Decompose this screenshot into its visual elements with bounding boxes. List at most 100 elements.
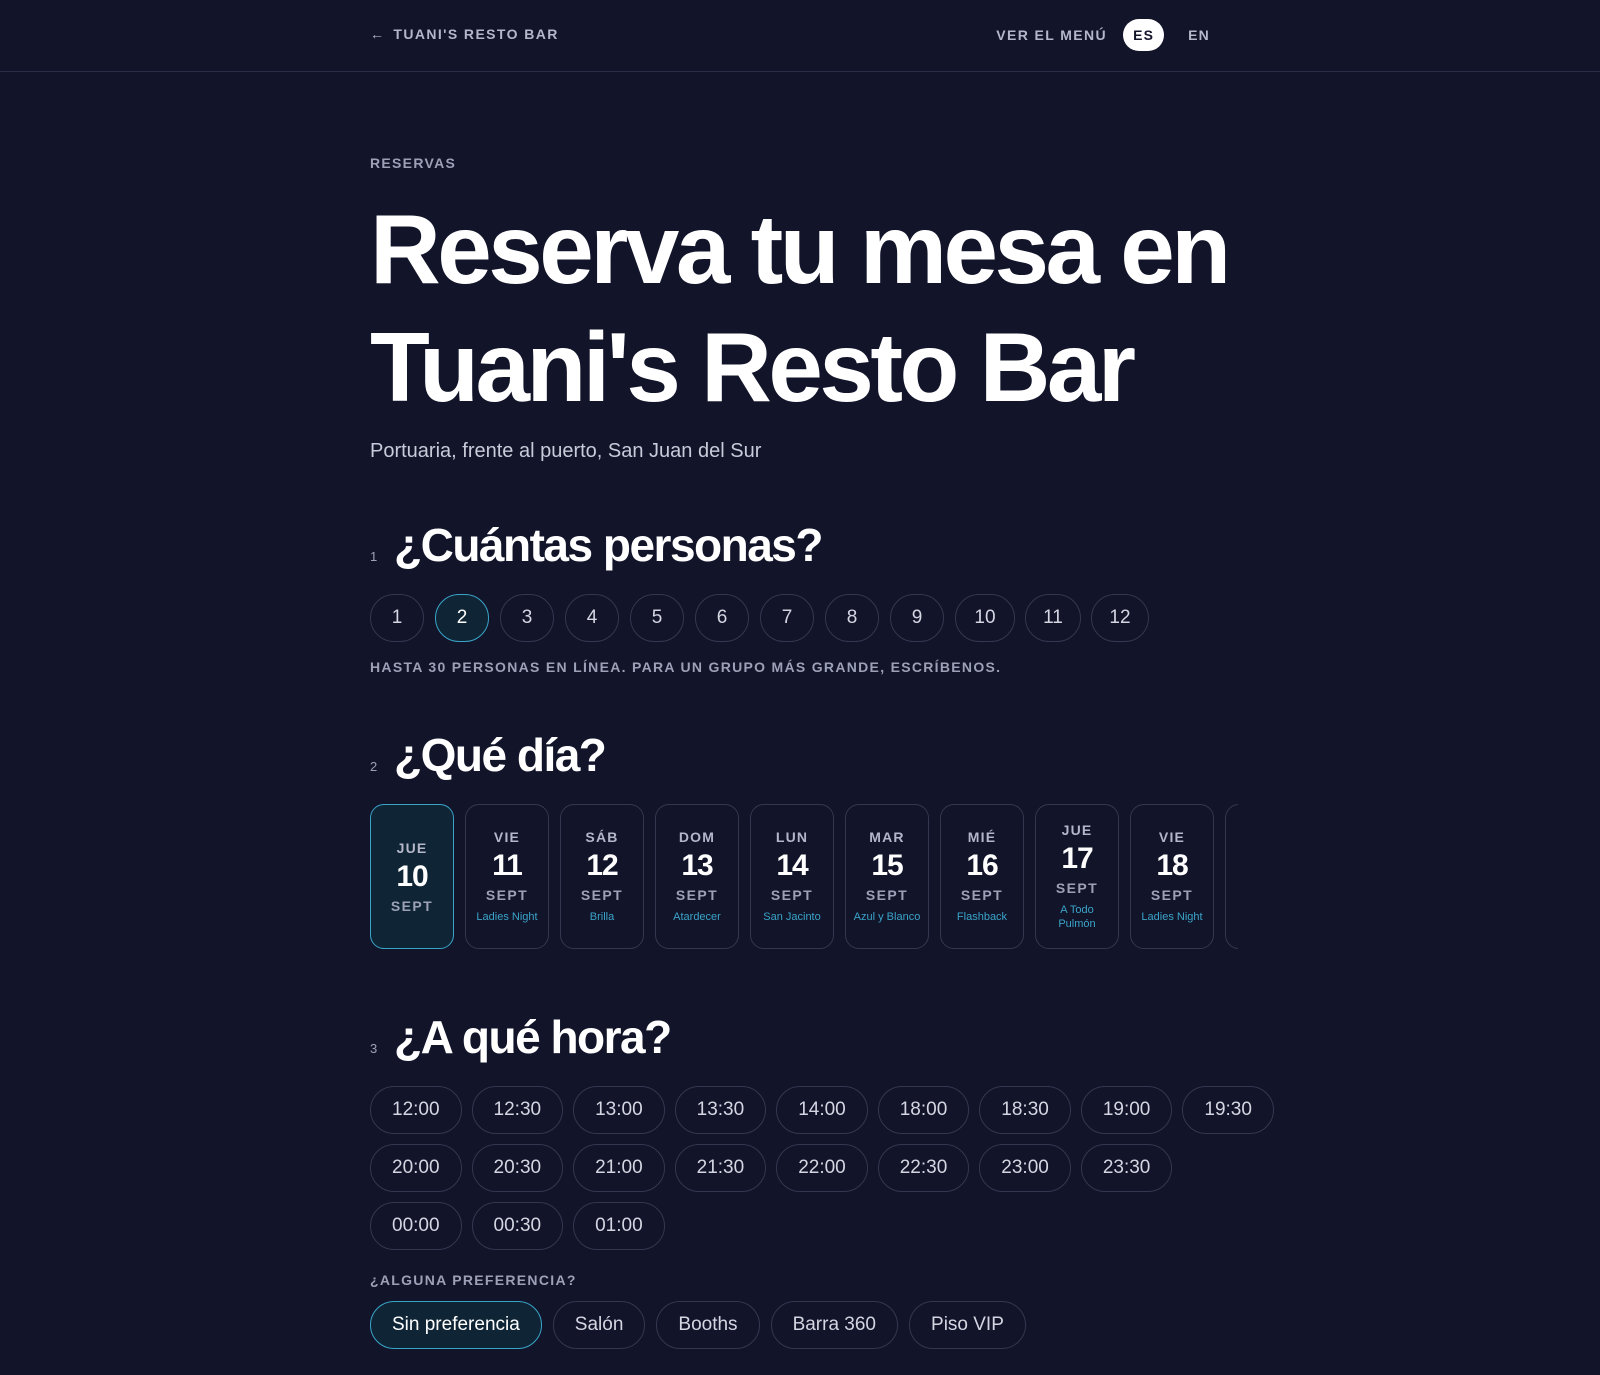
date-month: SEPT xyxy=(675,887,719,903)
time-slot-grid: 12:00 12:30 13:00 13:30 14:00 18:00 18:30 19:00… xyxy=(370,1086,1274,1260)
seating-preference-option[interactable]: Sin preferencia xyxy=(370,1301,542,1349)
party-size-option[interactable]: 10 xyxy=(955,594,1015,642)
time-slot-option[interactable]: 19:00 xyxy=(1080,1086,1173,1134)
party-size-option[interactable]: 7 xyxy=(760,594,814,642)
date-month: SEPT xyxy=(1055,880,1099,896)
time-slot-option[interactable]: 18:30 xyxy=(979,1086,1071,1134)
step-1-title: ¿Cuántas personas? xyxy=(394,519,824,571)
party-size-option[interactable]: 3 xyxy=(500,594,554,642)
time-slot-option[interactable]: 23:30 xyxy=(1080,1144,1173,1192)
date-card[interactable]: MIÉ 16 SEPT Flashback xyxy=(940,804,1024,949)
date-month: SEPT xyxy=(960,887,1004,903)
lang-en-button[interactable]: EN xyxy=(1178,19,1220,51)
party-size-option[interactable]: 12 xyxy=(1091,594,1149,642)
party-size-option[interactable]: 2 xyxy=(435,594,489,642)
date-card[interactable]: VIE 18 SEPT Ladies Night xyxy=(1130,804,1214,949)
time-slot-option[interactable]: 21:00 xyxy=(573,1144,665,1192)
date-card[interactable]: MAR 15 SEPT Azul y Blanco xyxy=(845,804,929,949)
party-size-option[interactable]: 11 xyxy=(1025,594,1081,642)
date-day-number: 12 xyxy=(586,849,618,882)
date-event-name: Ladies Night xyxy=(1141,911,1203,923)
date-weekday: MIÉ xyxy=(967,829,997,845)
step-3-heading: 3 ¿A qué hora? xyxy=(370,1010,672,1064)
time-slot-option[interactable]: 13:30 xyxy=(674,1086,767,1134)
step-1-number: 1 xyxy=(370,549,378,564)
date-event-name: Ladies Night xyxy=(476,911,538,923)
date-weekday: JUE xyxy=(396,839,428,856)
step-3-number: 3 xyxy=(370,1041,378,1056)
step-2-number: 2 xyxy=(370,759,378,774)
date-event-name: San Jacinto xyxy=(763,911,821,923)
back-link[interactable]: ← TUANI'S RESTO BAR xyxy=(370,26,559,42)
time-slot-row: 12:00 12:30 13:00 13:30 14:00 18:00 18:30 19:00… xyxy=(370,1086,1274,1134)
party-size-option[interactable]: 8 xyxy=(825,594,879,642)
page-title-line-2: Tuani's Resto Bar xyxy=(370,312,1136,422)
time-slot-row: 00:00 00:30 01:00 xyxy=(370,1202,1250,1250)
back-link-label: TUANI'S RESTO BAR xyxy=(393,26,559,42)
date-event-name: A Todo Pulmón xyxy=(1058,904,1096,930)
date-card[interactable]: DOM 13 SEPT Atardecer xyxy=(655,804,739,949)
date-weekday: SÁB xyxy=(585,829,619,845)
time-slot-option[interactable]: 18:00 xyxy=(877,1086,970,1134)
date-card[interactable] xyxy=(1225,804,1238,949)
seating-preference-option[interactable]: Booths xyxy=(656,1301,760,1349)
time-slot-option[interactable]: 01:00 xyxy=(573,1202,665,1250)
date-event-name: Azul y Blanco xyxy=(853,911,921,923)
date-weekday: VIE xyxy=(1158,829,1186,845)
section-eyebrow: RESERVAS xyxy=(370,155,457,171)
time-slot-option[interactable]: 22:00 xyxy=(776,1144,868,1192)
date-event-name: Atardecer xyxy=(673,911,721,923)
date-weekday: VIE xyxy=(493,829,521,845)
view-menu-link[interactable]: VER EL MENÚ xyxy=(996,27,1107,43)
date-event-name: Flashback xyxy=(956,911,1008,923)
step-2-title: ¿Qué día? xyxy=(394,729,607,781)
time-slot-option[interactable]: 20:30 xyxy=(471,1144,564,1192)
time-slot-option[interactable]: 21:30 xyxy=(674,1144,767,1192)
step-2-heading: 2 ¿Qué día? xyxy=(370,728,607,782)
time-slot-option[interactable]: 19:30 xyxy=(1182,1086,1274,1134)
party-size-option[interactable]: 1 xyxy=(370,594,424,642)
date-month: SEPT xyxy=(865,887,909,903)
date-day-number: 18 xyxy=(1156,849,1188,882)
date-card[interactable]: VIE 11 SEPT Ladies Night xyxy=(465,804,549,949)
time-slot-option[interactable]: 12:30 xyxy=(471,1086,564,1134)
location-subtitle: Portuaria, frente al puerto, San Juan de… xyxy=(370,440,762,462)
date-card[interactable]: SÁB 12 SEPT Brilla xyxy=(560,804,644,949)
top-nav-bar: ← TUANI'S RESTO BAR VER EL MENÚ ES EN xyxy=(0,0,1600,72)
time-slot-option[interactable]: 14:00 xyxy=(776,1086,868,1134)
party-size-option[interactable]: 6 xyxy=(695,594,749,642)
page-title: Reserva tu mesa en Tuani's Resto Bar xyxy=(370,190,1250,426)
time-slot-option[interactable]: 22:30 xyxy=(877,1144,970,1192)
party-size-option[interactable]: 5 xyxy=(630,594,684,642)
seating-preference-option[interactable]: Piso VIP xyxy=(909,1301,1026,1349)
date-weekday: JUE xyxy=(1061,822,1093,838)
lang-es-button[interactable]: ES xyxy=(1123,19,1165,51)
date-card[interactable]: JUE 17 SEPT A Todo Pulmón xyxy=(1035,804,1119,949)
time-slot-row: 20:00 20:30 21:00 21:30 22:00 22:30 23:00 23:30 xyxy=(370,1144,1250,1192)
date-day-number: 14 xyxy=(776,849,808,882)
seating-preference-options: Sin preferencia Salón Booths Barra 360 Piso … xyxy=(370,1301,1037,1349)
seating-preference-option[interactable]: Salón xyxy=(552,1301,646,1349)
step-1-heading: 1 ¿Cuántas personas? xyxy=(370,518,824,572)
arrow-left-icon: ← xyxy=(370,26,386,42)
party-size-options: 1 2 3 4 5 6 7 8 9 10 11 12 xyxy=(370,594,1159,642)
date-weekday: MAR xyxy=(869,829,905,845)
date-month: SEPT xyxy=(390,897,434,914)
preference-label: ¿ALGUNA PREFERENCIA? xyxy=(370,1272,577,1288)
party-size-option[interactable]: 9 xyxy=(890,594,944,642)
time-slot-option[interactable]: 20:00 xyxy=(370,1144,462,1192)
party-size-option[interactable]: 4 xyxy=(565,594,619,642)
date-weekday: DOM xyxy=(678,829,716,845)
date-card[interactable]: JUE 10 SEPT xyxy=(370,804,454,949)
time-slot-option[interactable]: 12:00 xyxy=(370,1086,462,1134)
date-carousel[interactable]: JUE 10 SEPT VIE 11 SEPT Ladies Night SÁB 12 SEPT B… xyxy=(370,804,1238,952)
date-card[interactable]: LUN 14 SEPT San Jacinto xyxy=(750,804,834,949)
seating-preference-option[interactable]: Barra 360 xyxy=(770,1301,899,1349)
time-slot-option[interactable]: 00:00 xyxy=(370,1202,462,1250)
date-weekday: LUN xyxy=(775,829,809,845)
date-month: SEPT xyxy=(580,887,624,903)
time-slot-option[interactable]: 00:30 xyxy=(471,1202,564,1250)
date-day-number: 17 xyxy=(1061,842,1093,875)
time-slot-option[interactable]: 23:00 xyxy=(979,1144,1071,1192)
time-slot-option[interactable]: 13:00 xyxy=(573,1086,665,1134)
